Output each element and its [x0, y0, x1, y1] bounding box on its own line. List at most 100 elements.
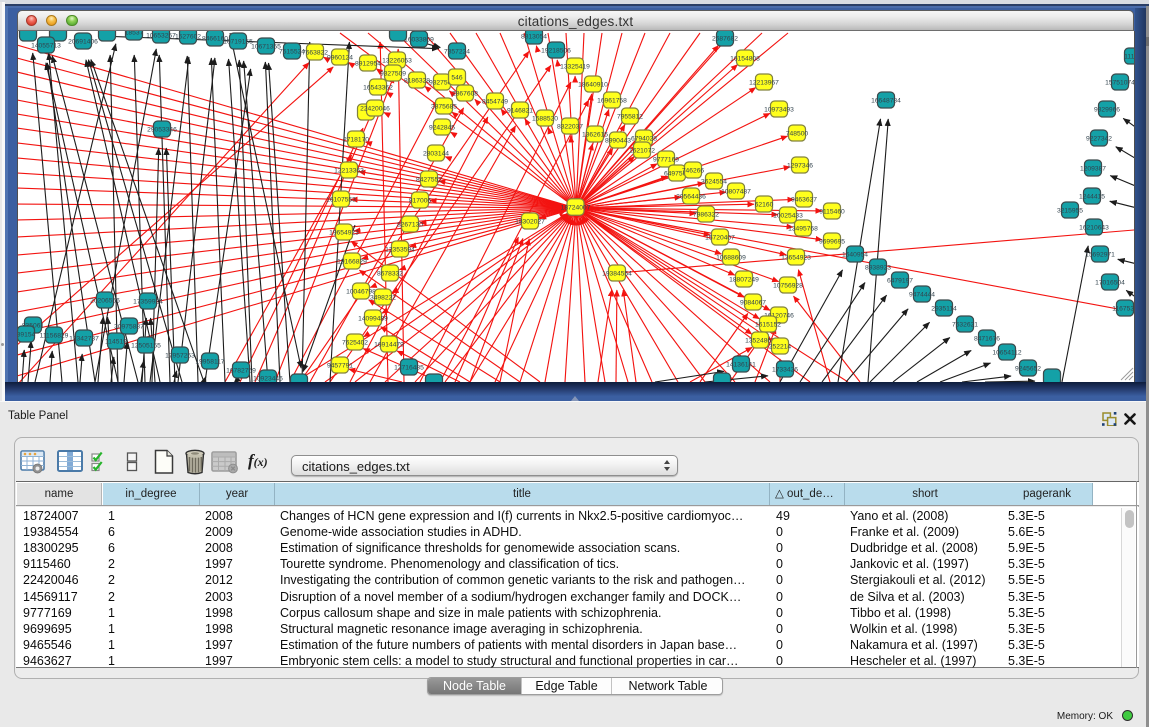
svg-text:10688609: 10688609	[716, 254, 746, 261]
svg-text:16543362: 16543362	[363, 84, 393, 91]
svg-text:8186328: 8186328	[404, 77, 430, 84]
svg-text:10671355: 10671355	[251, 43, 281, 50]
svg-text:18537: 18537	[125, 31, 144, 36]
svg-text:16154808: 16154808	[730, 55, 760, 62]
svg-text:2687682: 2687682	[712, 35, 738, 42]
svg-text:7986322: 7986322	[693, 211, 719, 218]
svg-text:11124: 11124	[1124, 53, 1134, 60]
svg-text:2718170: 2718170	[343, 136, 369, 143]
svg-text:10756928: 10756928	[773, 282, 803, 289]
svg-text:15720407: 15720407	[705, 234, 735, 241]
svg-text:16648784: 16648784	[871, 97, 901, 104]
svg-text:6479197: 6479197	[887, 277, 913, 284]
svg-text:3624554: 3624554	[701, 178, 727, 185]
svg-text:9327509: 9327509	[380, 70, 406, 77]
svg-text:9146821: 9146821	[507, 107, 533, 114]
svg-text:29053346: 29053346	[147, 126, 177, 133]
svg-text:15692971: 15692971	[1085, 251, 1115, 258]
svg-text:12213967: 12213967	[749, 79, 779, 86]
svg-text:10719155: 10719155	[223, 38, 253, 45]
svg-text:7955812: 7955812	[617, 113, 643, 120]
svg-text:18807249: 18807249	[729, 276, 759, 283]
svg-text:17016504: 17016504	[1095, 279, 1125, 286]
svg-text:1209387: 1209387	[1080, 165, 1106, 172]
svg-text:12353594: 12353594	[385, 246, 415, 253]
svg-text:19384554: 19384554	[602, 270, 632, 277]
svg-text:16210643: 16210643	[1079, 224, 1109, 231]
svg-text:12213363: 12213363	[334, 167, 364, 174]
svg-text:252214: 252214	[769, 343, 792, 350]
svg-text:6794028: 6794028	[631, 135, 657, 142]
svg-text:10923446: 10923446	[253, 375, 283, 382]
svg-text:13226053: 13226053	[382, 57, 412, 64]
svg-text:9227342: 9227342	[1086, 135, 1112, 142]
svg-text:7625402: 7625402	[342, 339, 368, 346]
svg-text:19166829: 19166829	[337, 258, 367, 265]
svg-text:1297346: 1297346	[787, 162, 813, 169]
svg-text:817006: 817006	[409, 197, 432, 204]
svg-text:13716485: 13716485	[394, 364, 424, 371]
svg-text:17359924: 17359924	[133, 298, 163, 305]
svg-text:13654923: 13654923	[781, 254, 811, 261]
svg-text:17957253: 17957253	[165, 352, 195, 359]
svg-text:10025433: 10025433	[773, 212, 803, 219]
svg-text:2867608: 2867608	[452, 90, 478, 97]
svg-text:14055713: 14055713	[31, 42, 61, 49]
svg-text:14099489: 14099489	[358, 315, 388, 322]
svg-text:13325419: 13325419	[560, 63, 590, 70]
svg-text:16914479: 16914479	[374, 341, 404, 348]
svg-text:9960124: 9960124	[327, 54, 353, 61]
svg-text:15751074: 15751074	[1105, 79, 1134, 86]
svg-text:8912954: 8912954	[355, 60, 381, 67]
svg-text:18724007: 18724007	[561, 204, 591, 211]
svg-text:8454749: 8454749	[482, 98, 508, 105]
svg-text:2803144: 2803144	[423, 150, 449, 157]
svg-text:20206556: 20206556	[90, 297, 120, 304]
svg-text:18640910: 18640910	[578, 81, 608, 88]
svg-text:1615152: 1615152	[755, 321, 781, 328]
svg-text:19654923: 19654923	[329, 229, 359, 236]
svg-text:8990443: 8990443	[605, 137, 631, 144]
svg-text:1588520: 1588520	[532, 115, 558, 122]
svg-text:1244415: 1244415	[1079, 193, 1105, 200]
svg-text:1640954: 1640954	[842, 251, 868, 258]
svg-text:13495768: 13495768	[788, 225, 818, 232]
svg-text:7357224: 7357224	[444, 48, 470, 55]
svg-text:30975887: 30975887	[114, 323, 144, 330]
svg-text:9115460: 9115460	[819, 208, 845, 215]
svg-text:20564436: 20564436	[676, 193, 706, 200]
svg-text:20691406: 20691406	[68, 38, 98, 45]
svg-text:62160: 62160	[755, 201, 774, 208]
svg-text:1167533: 1167533	[1112, 305, 1134, 312]
svg-text:10807487: 10807487	[721, 188, 751, 195]
svg-text:9084067: 9084067	[740, 299, 766, 306]
svg-text:19218506: 19218506	[541, 47, 571, 54]
svg-text:9777169: 9777169	[653, 156, 679, 163]
svg-text:10654112: 10654112	[992, 349, 1022, 356]
svg-text:16961758: 16961758	[597, 97, 627, 104]
svg-text:8813054: 8813054	[521, 33, 547, 40]
svg-text:1527602: 1527602	[175, 33, 201, 40]
svg-text:16033809: 16033809	[404, 36, 434, 43]
svg-text:1733426: 1733426	[772, 366, 798, 373]
svg-text:8471676: 8471676	[974, 335, 1000, 342]
svg-text:12505155: 12505155	[131, 342, 161, 349]
svg-text:9457791: 9457791	[327, 362, 353, 369]
svg-text:9242845: 9242845	[429, 124, 455, 131]
svg-text:7663822: 7663822	[302, 49, 328, 56]
svg-text:8267130: 8267130	[397, 221, 423, 228]
svg-text:8938923: 8938923	[865, 264, 891, 271]
svg-text:39154: 39154	[18, 331, 36, 338]
svg-text:8678332: 8678332	[377, 270, 403, 277]
svg-text:9329966: 9329966	[1094, 106, 1120, 113]
svg-text:9699695: 9699695	[819, 238, 845, 245]
svg-text:16107553: 16107553	[326, 196, 356, 203]
svg-text:18302027: 18302027	[515, 218, 545, 225]
svg-text:10653257: 10653257	[146, 32, 176, 39]
svg-text:1621072: 1621072	[629, 147, 655, 154]
svg-text:3215955: 3215955	[1057, 207, 1083, 214]
svg-text:748500: 748500	[786, 130, 809, 137]
svg-text:14136141: 14136141	[726, 361, 756, 368]
svg-text:3875685: 3875685	[431, 103, 457, 110]
svg-text:8322037: 8322037	[557, 123, 583, 130]
